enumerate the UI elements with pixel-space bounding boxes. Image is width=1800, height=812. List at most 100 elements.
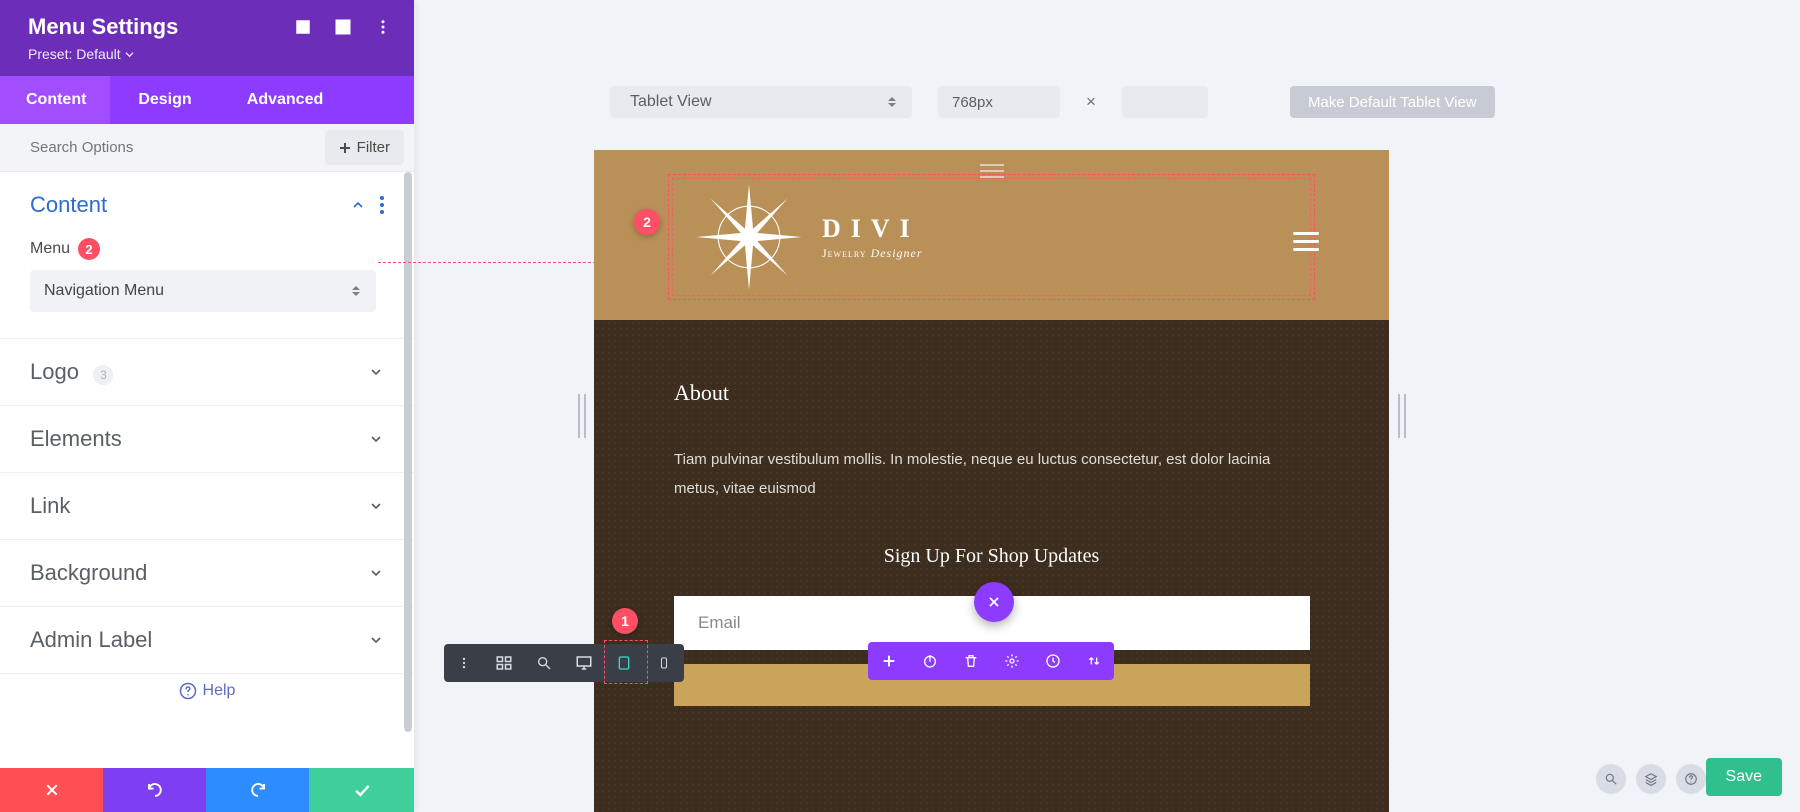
group-background: Background (0, 540, 414, 607)
menu-select[interactable]: Navigation Menu (30, 270, 376, 312)
preview-footer: About Tiam pulvinar vestibulum mollis. I… (594, 320, 1389, 812)
group-logo-header[interactable]: Logo 3 (0, 339, 414, 405)
group-logo: Logo 3 (0, 339, 414, 406)
width-value: 768px (952, 94, 993, 111)
view-select-value: Tablet View (630, 93, 712, 111)
module-delete-button[interactable] (950, 642, 991, 680)
module-toolbar (868, 642, 1114, 680)
desktop-icon (575, 654, 593, 672)
group-content-title: Content (30, 192, 107, 218)
filter-button[interactable]: Filter (325, 130, 404, 165)
search-icon (536, 655, 552, 671)
gear-icon (1004, 653, 1020, 669)
menu-field-label-row: Menu 2 (30, 238, 384, 260)
settings-panel: Menu Settings Preset: Default Content De… (0, 0, 414, 812)
height-input[interactable] (1122, 86, 1208, 118)
group-link-header[interactable]: Link (0, 473, 414, 539)
save-label: Save (1726, 768, 1762, 785)
tab-design[interactable]: Design (110, 76, 220, 124)
annotation-highlight-tablet (604, 640, 648, 684)
group-elements-header[interactable]: Elements (0, 406, 414, 472)
zoom-view-button[interactable] (524, 644, 564, 682)
width-input[interactable]: 768px (938, 86, 1060, 118)
caret-down-icon (125, 50, 134, 59)
brand-text: DIVI (822, 214, 923, 244)
phone-icon (658, 654, 670, 672)
email-placeholder: Email (698, 613, 741, 633)
redo-icon (249, 781, 267, 799)
annotation-callout-1: 1 (612, 608, 638, 634)
tagline-text: Jewelry Designer (822, 246, 923, 261)
page-tools (1596, 764, 1706, 794)
wireframe-view-button[interactable] (484, 644, 524, 682)
view-select[interactable]: Tablet View (610, 86, 912, 118)
undo-button[interactable] (103, 768, 206, 812)
mobile-menu-toggle[interactable] (1293, 232, 1319, 251)
module-add-button[interactable] (868, 642, 909, 680)
make-default-label: Make Default Tablet View (1308, 94, 1477, 111)
more-icon[interactable] (374, 18, 392, 36)
save-button[interactable]: Save (1706, 758, 1782, 796)
module-power-button[interactable] (909, 642, 950, 680)
arrows-vertical-icon (1086, 653, 1102, 669)
snap-left-icon[interactable] (334, 18, 352, 36)
canvas: Tablet View 768px × Make Default Tablet … (414, 0, 1800, 812)
close-toolbar-button[interactable] (974, 582, 1014, 622)
help-label: Help (203, 682, 236, 700)
module-history-button[interactable] (1032, 642, 1073, 680)
select-arrows-icon (888, 97, 898, 107)
group-more-icon[interactable] (380, 196, 384, 214)
group-logo-title: Logo (30, 359, 79, 384)
panel-tabs: Content Design Advanced (0, 76, 414, 124)
help-link[interactable]: Help (0, 674, 414, 700)
builder-more-button[interactable] (444, 644, 484, 682)
about-body: Tiam pulvinar vestibulum mollis. In mole… (674, 446, 1309, 503)
panel-footer (0, 768, 414, 812)
search-icon (1604, 772, 1618, 786)
group-content-header[interactable]: Content (0, 172, 414, 238)
chevron-down-icon (368, 431, 384, 447)
group-link-title: Link (30, 493, 70, 519)
group-admin-label-header[interactable]: Admin Label (0, 607, 414, 673)
group-content-body: Menu 2 Navigation Menu (0, 238, 414, 338)
apply-button[interactable] (309, 768, 414, 812)
resize-handle-left[interactable] (578, 394, 588, 438)
plus-icon (881, 653, 897, 669)
menu-field-badge: 2 (78, 238, 100, 260)
compass-icon (694, 182, 804, 292)
make-default-button[interactable]: Make Default Tablet View (1290, 86, 1495, 118)
group-elements-title: Elements (30, 426, 122, 452)
expand-icon[interactable] (294, 18, 312, 36)
page-help-button[interactable] (1676, 764, 1706, 794)
builder-bottom-toolbar (444, 644, 684, 682)
layers-button[interactable] (1636, 764, 1666, 794)
tab-content[interactable]: Content (0, 76, 110, 124)
desktop-view-button[interactable] (564, 644, 604, 682)
group-admin-label: Admin Label (0, 607, 414, 674)
redo-button[interactable] (206, 768, 309, 812)
search-input[interactable] (0, 126, 325, 169)
phone-view-button[interactable] (644, 644, 684, 682)
group-background-header[interactable]: Background (0, 540, 414, 606)
trash-icon (963, 653, 979, 669)
page-search-button[interactable] (1596, 764, 1626, 794)
filter-label: Filter (357, 139, 390, 156)
tab-advanced[interactable]: Advanced (220, 76, 350, 124)
panel-header: Menu Settings Preset: Default (0, 0, 414, 76)
panel-body: Content Menu 2 Navigation Menu (0, 172, 414, 768)
annotation-callout-2: 2 (634, 209, 660, 235)
help-icon (1684, 772, 1698, 786)
chevron-down-icon (368, 565, 384, 581)
preset-selector[interactable]: Preset: Default (28, 46, 392, 62)
resize-handle-right[interactable] (1398, 394, 1408, 438)
signup-heading: Sign Up For Shop Updates (674, 545, 1309, 568)
panel-title: Menu Settings (28, 14, 178, 40)
module-move-button[interactable] (1073, 642, 1114, 680)
preview-device: DIVI Jewelry Designer About Tiam pulvina… (594, 150, 1389, 812)
chevron-up-icon (350, 197, 366, 213)
power-icon (922, 653, 938, 669)
menu-field-label: Menu (30, 240, 70, 258)
group-elements: Elements (0, 406, 414, 473)
discard-button[interactable] (0, 768, 103, 812)
module-settings-button[interactable] (991, 642, 1032, 680)
